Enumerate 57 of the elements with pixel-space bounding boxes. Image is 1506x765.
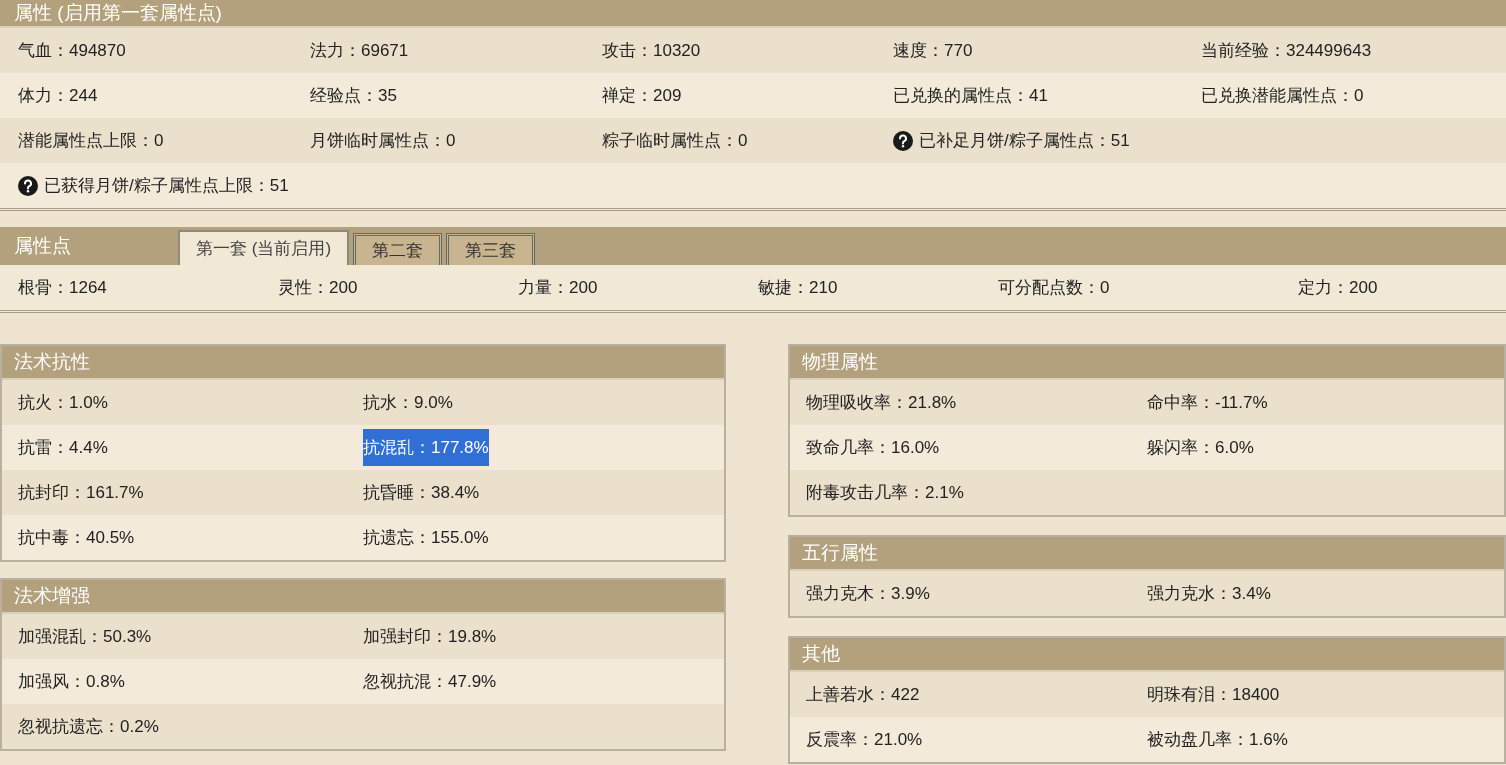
tab[interactable]: 第二套 <box>353 233 443 265</box>
stat-text: 抗中毒：40.5% <box>18 526 135 549</box>
stat-text: 抗封印：161.7% <box>18 481 144 504</box>
stat-text: 气血：494870 <box>18 39 126 62</box>
stat-text: 忽视抗遗忘：0.2% <box>18 715 159 738</box>
tab[interactable]: 第三套 <box>446 233 536 265</box>
stat-text: 抗雷：4.4% <box>18 436 108 459</box>
section-title: 法术抗性 <box>2 346 724 380</box>
stat-text: 躲闪率：6.0% <box>1147 436 1254 459</box>
stat-text: 敏捷：210 <box>758 277 838 297</box>
help-icon[interactable] <box>18 175 38 196</box>
stat-text: 法力：69671 <box>310 39 409 62</box>
stat-text: 速度：770 <box>893 39 973 62</box>
stat-text: 粽子临时属性点：0 <box>602 129 748 152</box>
stat-text: 灵性：200 <box>278 277 358 297</box>
stat-text: 体力：244 <box>18 84 98 107</box>
stat-text: 已兑换潜能属性点：0 <box>1201 84 1364 107</box>
stat-text: 已补足月饼/粽子属性点：51 <box>919 129 1130 152</box>
stat-text: 抗火：1.0% <box>18 391 108 414</box>
stat-text: 忽视抗混：47.9% <box>363 670 497 693</box>
stat-text: 潜能属性点上限：0 <box>18 129 164 152</box>
stat-text: 上善若水：422 <box>806 683 920 706</box>
stat-text: 致命几率：16.0% <box>806 436 940 459</box>
stat-text: 抗混乱：177.8% <box>363 428 489 467</box>
stat-text: 强力克木：3.9% <box>806 582 930 605</box>
panel-title: 属性 (启用第一套属性点) <box>0 0 1506 28</box>
help-icon[interactable] <box>893 130 913 151</box>
stat-text: 定力：200 <box>1298 277 1378 297</box>
tab[interactable]: 第一套 (当前启用) <box>178 230 350 265</box>
stat-text: 禅定：209 <box>602 84 682 107</box>
stat-text: 已获得月饼/粽子属性点上限：51 <box>44 174 289 197</box>
stat-text: 命中率：-11.7% <box>1147 391 1268 414</box>
stat-text: 月饼临时属性点：0 <box>310 129 456 152</box>
stat-text: 抗水：9.0% <box>363 391 453 414</box>
stat-text: 加强混乱：50.3% <box>18 625 152 648</box>
stat-text: 明珠有泪：18400 <box>1147 683 1280 706</box>
stat-text: 经验点：35 <box>310 84 397 107</box>
panel-title: 属性点 <box>13 233 72 258</box>
stat-text: 物理吸收率：21.8% <box>806 391 957 414</box>
stat-text: 已兑换的属性点：41 <box>893 84 1048 107</box>
stat-text: 加强风：0.8% <box>18 670 125 693</box>
stat-text: 附毒攻击几率：2.1% <box>806 481 964 504</box>
section-title: 法术增强 <box>2 580 724 614</box>
stat-text: 反震率：21.0% <box>806 728 923 751</box>
section-title: 物理属性 <box>790 346 1504 380</box>
section-title: 五行属性 <box>790 537 1504 571</box>
stat-text: 攻击：10320 <box>602 39 701 62</box>
stat-text: 当前经验：324499643 <box>1201 39 1372 62</box>
stat-text: 加强封印：19.8% <box>363 625 497 648</box>
stat-text: 力量：200 <box>518 277 598 297</box>
stat-text: 被动盘几率：1.6% <box>1147 728 1288 751</box>
stat-text: 抗昏睡：38.4% <box>363 481 480 504</box>
stat-text: 强力克水：3.4% <box>1147 582 1271 605</box>
stat-text: 可分配点数：0 <box>998 277 1110 297</box>
stat-text: 抗遗忘：155.0% <box>363 526 489 549</box>
stat-text: 根骨：1264 <box>18 277 107 297</box>
section-title: 其他 <box>790 638 1504 672</box>
